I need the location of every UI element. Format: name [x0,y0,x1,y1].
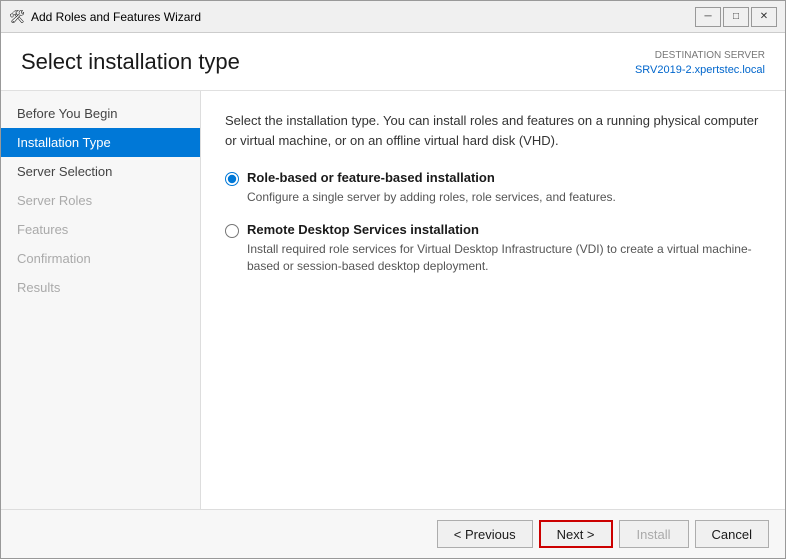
cancel-button[interactable]: Cancel [695,520,769,548]
sidebar-item-confirmation: Confirmation [1,244,200,273]
option-remote-desktop-desc: Install required role services for Virtu… [247,241,761,275]
title-bar-buttons: ─ □ ✕ [695,7,777,27]
radio-remote-desktop[interactable] [225,224,239,238]
option-role-based: Role-based or feature-based installation… [225,170,761,206]
content-panel: Select the installation type. You can in… [201,91,785,509]
option-role-based-desc: Configure a single server by adding role… [247,189,761,206]
page-title: Select installation type [21,49,240,75]
title-bar: 🛠 Add Roles and Features Wizard ─ □ ✕ [1,1,785,33]
minimize-button[interactable]: ─ [695,7,721,27]
option-remote-desktop-label[interactable]: Remote Desktop Services installation [225,222,761,238]
install-button: Install [619,520,689,548]
sidebar-item-results: Results [1,273,200,302]
sidebar-item-features: Features [1,215,200,244]
sidebar-item-before-you-begin[interactable]: Before You Begin [1,99,200,128]
destination-server-info: DESTINATION SERVER SRV2019-2.xpertstec.l… [635,49,765,78]
wizard-window: 🛠 Add Roles and Features Wizard ─ □ ✕ Se… [0,0,786,559]
sidebar-item-installation-type[interactable]: Installation Type [1,128,200,157]
restore-button[interactable]: □ [723,7,749,27]
sidebar: Before You Begin Installation Type Serve… [1,91,201,509]
destination-label: DESTINATION SERVER [635,49,765,63]
radio-role-based[interactable] [225,172,239,186]
app-icon: 🛠 [9,9,25,25]
intro-text: Select the installation type. You can in… [225,111,761,150]
title-bar-text: Add Roles and Features Wizard [31,10,695,24]
main-content: Before You Begin Installation Type Serve… [1,91,785,509]
option-role-based-label[interactable]: Role-based or feature-based installation [225,170,761,186]
page-header: Select installation type DESTINATION SER… [1,33,785,91]
footer: < Previous Next > Install Cancel [1,509,785,558]
next-button[interactable]: Next > [539,520,613,548]
sidebar-item-server-roles: Server Roles [1,186,200,215]
sidebar-item-server-selection[interactable]: Server Selection [1,157,200,186]
server-name: SRV2019-2.xpertstec.local [635,63,765,78]
close-button[interactable]: ✕ [751,7,777,27]
previous-button[interactable]: < Previous [437,520,533,548]
option-remote-desktop-title: Remote Desktop Services installation [247,222,479,237]
option-role-based-title: Role-based or feature-based installation [247,170,495,185]
option-remote-desktop: Remote Desktop Services installation Ins… [225,222,761,275]
